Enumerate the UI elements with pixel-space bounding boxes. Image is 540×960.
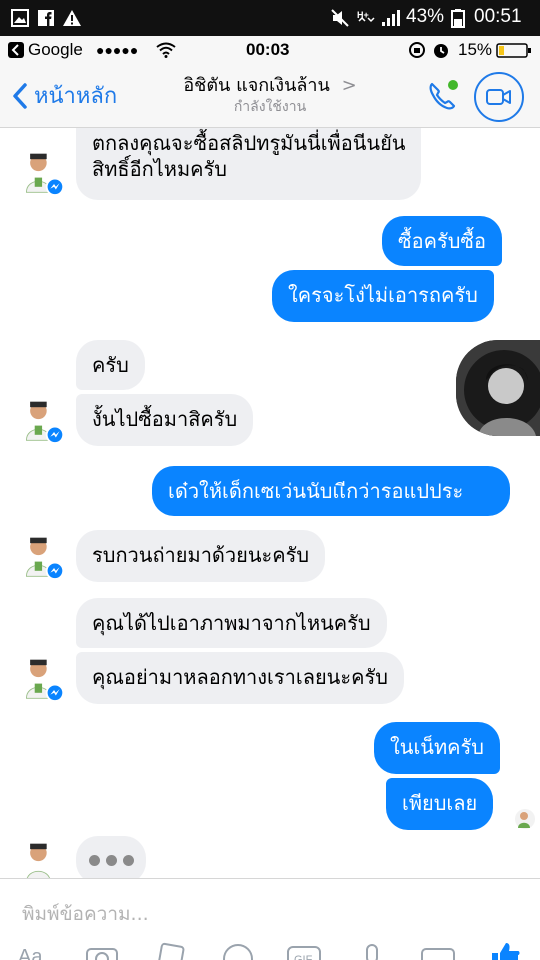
message-bubble-incoming[interactable]: คุณได้ไปเอาภาพมาจากไหนครับ <box>76 598 387 648</box>
alarm-icon <box>434 44 448 58</box>
message-bubble-outgoing[interactable]: ซื้อครับซื้อ <box>382 216 502 266</box>
back-to-app-icon <box>8 42 24 58</box>
message-text: ครับ <box>92 353 129 377</box>
call-button[interactable] <box>420 74 464 118</box>
microphone-icon[interactable] <box>354 941 390 960</box>
message-composer: พิมพ์ข้อความ... Aa GIF <box>0 878 540 960</box>
back-label: หน้าหลัก <box>34 84 118 109</box>
gif-icon[interactable]: GIF <box>286 941 322 960</box>
message-bubble-outgoing[interactable]: เด๋วให้เด็กเซเว่นนับเเีกว่ารอแปประ <box>152 466 510 516</box>
active-status: กำลังใช้งาน <box>233 99 307 115</box>
typing-indicator <box>76 836 146 878</box>
message-text: รบกวนถ่ายมาด้วยนะครับ <box>92 543 310 567</box>
ios-signal-dots: ●●●●● <box>96 42 139 58</box>
title-chevron-icon: > <box>341 75 357 96</box>
ios-battery-icon <box>496 43 531 58</box>
message-text: เด๋วให้เด็กเซเว่นนับเเีกว่ารอแปประ <box>168 479 464 503</box>
message-text: คุณได้ไปเอาภาพมาจากไหนครับ <box>92 611 371 635</box>
android-battery-percent: 43% <box>406 6 445 27</box>
sticker-icon[interactable] <box>220 941 256 960</box>
message-text: สิทธิ์อีกไหมครับ <box>92 157 227 181</box>
photo-gallery-icon[interactable] <box>152 941 188 960</box>
composer-toolbar: Aa GIF <box>0 941 540 960</box>
message-bubble-incoming[interactable]: รบกวนถ่ายมาด้วยนะครับ <box>76 530 326 582</box>
sender-avatar[interactable] <box>20 150 66 196</box>
typing-dot <box>105 854 117 866</box>
message-bubble-incoming[interactable]: ครับ <box>76 340 145 390</box>
user-profile-photo[interactable] <box>456 340 540 436</box>
sender-avatar[interactable] <box>20 398 66 444</box>
message-bubble-outgoing[interactable]: ใครจะโง่ไม่เอารถครับ <box>272 270 494 322</box>
sender-avatar[interactable] <box>20 840 66 878</box>
message-bubble-incoming[interactable]: ตกลงคุณจะซื้อสลิปทรูมันนี่เพื่อนีนยัน สิ… <box>76 128 422 200</box>
message-bubble-outgoing[interactable]: ในเน็ทครับ <box>374 722 500 774</box>
video-camera-icon <box>486 89 511 105</box>
back-button[interactable]: หน้าหลัก <box>12 78 117 113</box>
message-bubble-incoming[interactable]: คุณอย่ามาหลอกทางเราเลยนะครับ <box>76 652 404 704</box>
ios-carrier: Google <box>28 40 83 59</box>
message-text: ตกลงคุณจะซื้อสลิปทรูมันนี่เพื่อนีนยัน <box>92 131 406 155</box>
orientation-lock-icon <box>409 42 425 58</box>
phone-icon <box>429 80 458 110</box>
typing-dot <box>88 854 100 866</box>
camera-icon[interactable] <box>84 941 120 960</box>
warning-icon <box>63 10 81 26</box>
message-text: ซื้อครับซื้อ <box>398 229 486 253</box>
typing-dot <box>122 854 134 866</box>
sender-avatar[interactable] <box>20 534 66 580</box>
gallery-icon <box>11 9 29 27</box>
svg-text:Aa: Aa <box>18 946 43 960</box>
message-text: ในเน็ทครับ <box>390 735 484 759</box>
like-thumb-icon[interactable] <box>486 941 522 960</box>
hplus-icon: H+ <box>357 10 375 23</box>
message-text: งั้นไปซื้อมาสิครับ <box>92 407 238 431</box>
battery-icon <box>451 9 465 28</box>
android-status-bar: H+ 43% 00:51 <box>0 0 540 36</box>
video-call-button[interactable] <box>474 72 524 122</box>
ios-status-bar: Google ●●●●● 00:03 15% <box>0 36 540 64</box>
chevron-left-icon <box>13 82 27 109</box>
mute-icon <box>331 9 349 27</box>
facebook-icon <box>38 10 54 26</box>
message-list[interactable]: ตกลงคุณจะซื้อสลิปทรูมันนี่เพื่อนีนยัน สิ… <box>0 128 540 878</box>
message-input[interactable]: พิมพ์ข้อความ... <box>22 899 149 929</box>
conversation-name: อิชิตัน แจกเงินล้าน <box>183 75 330 96</box>
more-options-icon[interactable] <box>420 941 456 960</box>
ios-battery-percent: 15% <box>458 40 493 59</box>
message-bubble-incoming[interactable]: งั้นไปซื้อมาสิครับ <box>76 394 254 446</box>
svg-text:GIF: GIF <box>294 954 313 960</box>
seen-receipt-avatar <box>515 809 535 829</box>
message-text: คุณอย่ามาหลอกทางเราเลยนะครับ <box>92 665 388 689</box>
message-text: ใครจะโง่ไม่เอารถครับ <box>288 283 478 307</box>
signal-icon <box>382 10 400 26</box>
android-time: 00:51 <box>474 6 522 27</box>
conversation-title[interactable]: อิชิตัน แจกเงินล้าน > <box>150 70 390 99</box>
chat-header: หน้าหลัก อิชิตัน แจกเงินล้าน > กำลังใช้ง… <box>0 64 540 128</box>
ios-time: 00:03 <box>246 40 290 59</box>
sender-avatar[interactable] <box>20 656 66 702</box>
message-bubble-outgoing[interactable]: เพียบเลย <box>386 778 494 830</box>
wifi-icon <box>156 42 176 58</box>
text-format-icon[interactable]: Aa <box>16 941 52 960</box>
message-text: เพียบเลย <box>402 791 478 815</box>
